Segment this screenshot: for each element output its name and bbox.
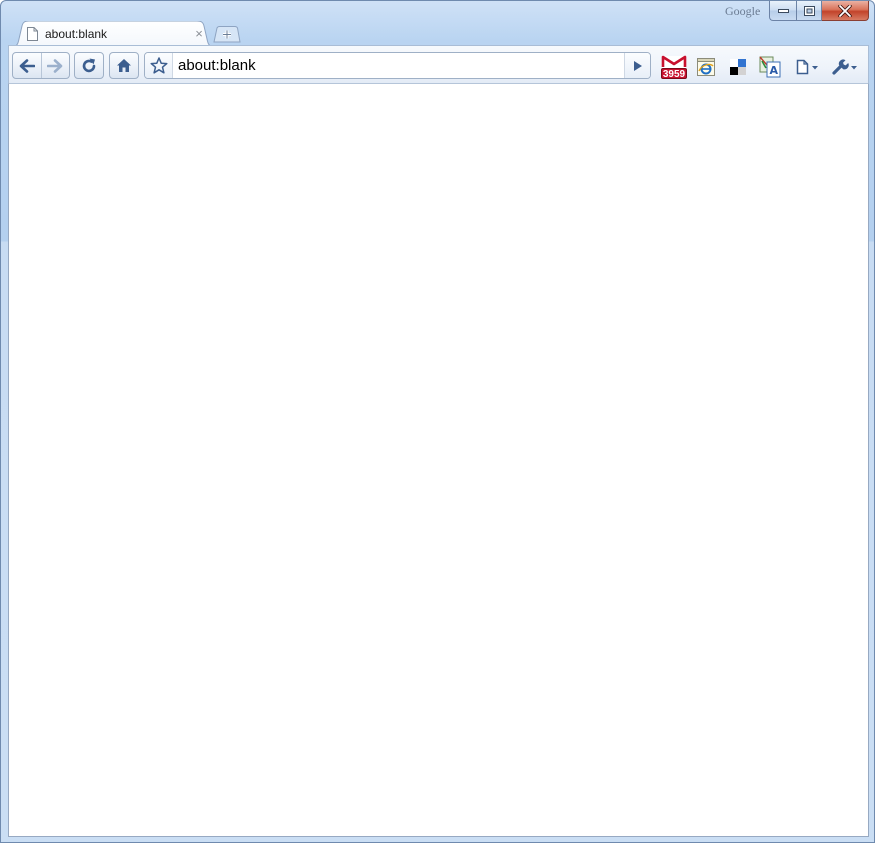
new-tab-button[interactable] — [213, 26, 241, 43]
reload-button[interactable] — [74, 52, 104, 79]
delicious-button[interactable] — [724, 54, 752, 80]
google-translate-icon: A — [759, 56, 781, 78]
frame-brand-label: Google — [725, 4, 761, 18]
star-icon — [149, 57, 168, 74]
minimize-button[interactable] — [769, 1, 796, 21]
close-window-button[interactable] — [822, 1, 869, 21]
back-button[interactable] — [13, 53, 41, 78]
minimize-icon — [777, 8, 789, 13]
tab-shape — [11, 21, 216, 47]
url-text[interactable]: about:blank — [178, 57, 256, 74]
reload-icon — [82, 58, 96, 72]
wrench-menu-icon — [832, 59, 857, 75]
browser-window: Google about:blank × about:blank 3959 A — [0, 0, 875, 843]
tab-close-icon[interactable]: × — [192, 27, 206, 41]
browser-toolbar: about:blank 3959 A — [8, 45, 869, 83]
plus-icon — [213, 26, 241, 43]
play-icon — [633, 60, 642, 71]
delicious-icon — [730, 59, 746, 75]
svg-text:A: A — [770, 64, 779, 77]
tab-title: about:blank — [45, 27, 108, 41]
page-icon — [27, 27, 38, 46]
home-icon — [117, 59, 131, 72]
bookmark-star-button[interactable] — [145, 53, 173, 78]
back-arrow-icon — [19, 58, 35, 73]
unread-count-badge: 3959 — [661, 68, 687, 80]
ie-tab-button[interactable] — [692, 54, 720, 80]
close-icon — [838, 4, 852, 17]
back-forward-group — [12, 52, 70, 79]
page-menu-button[interactable] — [792, 54, 824, 80]
window-caption-buttons — [769, 1, 869, 21]
go-button[interactable] — [624, 53, 650, 78]
wrench-menu-button[interactable] — [829, 54, 863, 80]
maximize-button[interactable] — [796, 1, 822, 21]
page-menu-icon — [796, 59, 818, 75]
forward-arrow-icon — [47, 58, 63, 73]
home-button[interactable] — [109, 52, 139, 79]
maximize-icon — [803, 5, 815, 16]
gmail-checker-button[interactable]: 3959 — [660, 54, 688, 80]
google-translate-button[interactable]: A — [756, 54, 784, 80]
address-bar[interactable]: about:blank — [144, 52, 651, 79]
ie-tab-icon — [697, 58, 715, 76]
tab-about-blank[interactable]: about:blank × — [11, 21, 216, 47]
page-content-area[interactable] — [8, 83, 869, 837]
forward-button[interactable] — [41, 53, 69, 78]
